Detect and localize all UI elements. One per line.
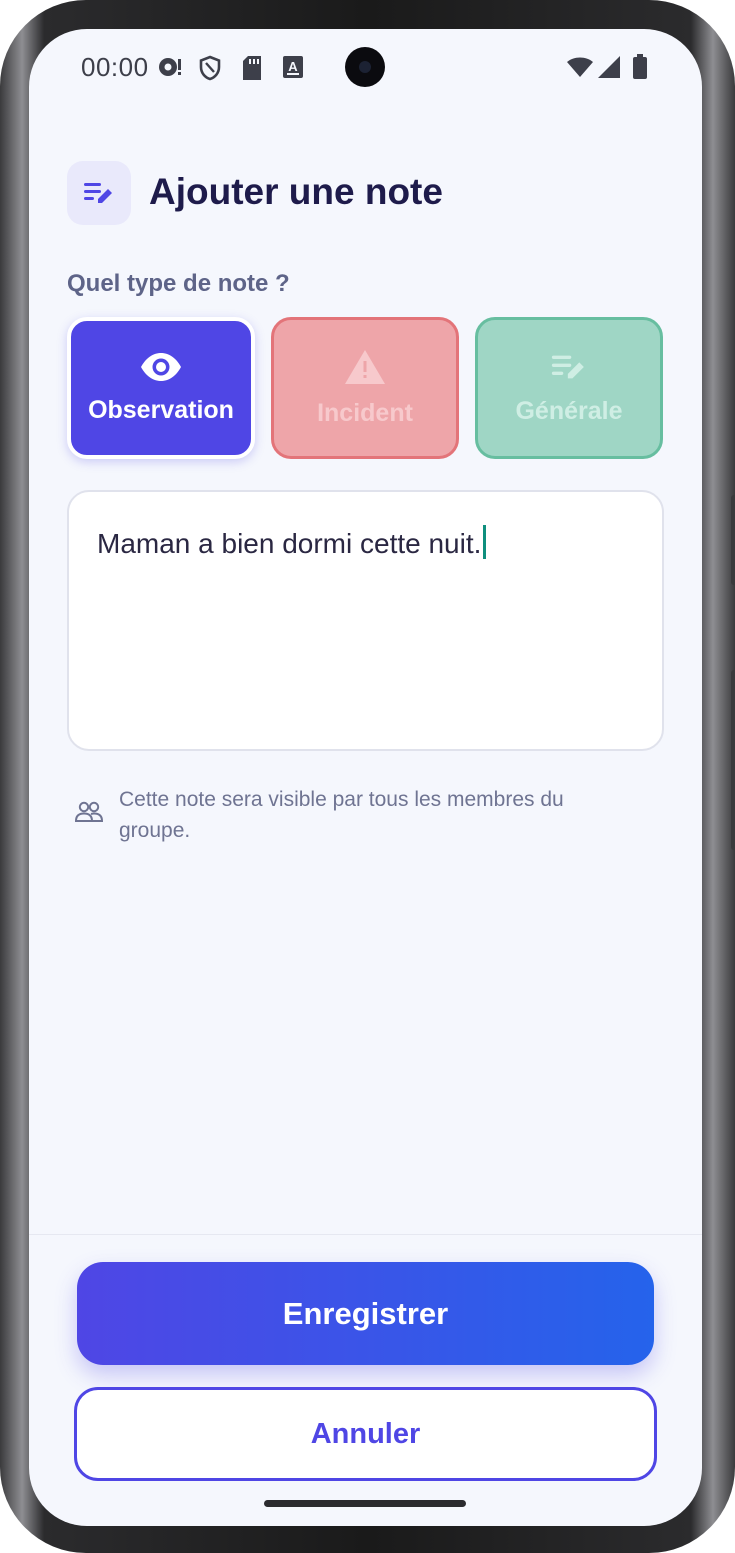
power-button (731, 670, 735, 850)
note-text-input[interactable]: Maman a bien dormi cette nuit. (67, 490, 664, 751)
bottom-divider (29, 1234, 702, 1235)
sync-alert-icon (159, 58, 181, 76)
sd-card-icon (243, 56, 261, 80)
cancel-button[interactable]: Annuler (74, 1387, 657, 1481)
note-type-observation[interactable]: Observation (67, 317, 255, 459)
note-type-label: Générale (515, 396, 623, 425)
visibility-note: Cette note sera visible par tous les mem… (119, 788, 564, 842)
note-type-incident[interactable]: Incident (271, 317, 459, 459)
shield-icon (199, 55, 221, 81)
svg-text:A: A (288, 59, 298, 74)
save-button[interactable]: Enregistrer (77, 1262, 654, 1365)
screen: 00:00 A Ajouter une note Quel type de no… (29, 29, 702, 1526)
group-icon (74, 801, 104, 822)
page-title: Ajouter une note (149, 171, 443, 212)
signal-icon (598, 56, 620, 78)
note-type-generale[interactable]: Générale (475, 317, 663, 459)
note-type-label: Incident (317, 398, 413, 427)
status-time: 00:00 (81, 52, 149, 82)
note-input-value: Maman a bien dormi cette nuit. (97, 528, 482, 559)
note-text-content[interactable]: Maman a bien dormi cette nuit. (97, 525, 487, 560)
header-icon-container (67, 161, 131, 225)
status-bar: 00:00 A (29, 29, 702, 105)
keyboard-a-icon: A (283, 56, 303, 78)
note-type-label: Observation (88, 395, 234, 424)
wifi-icon (567, 57, 593, 77)
home-indicator[interactable] (264, 1500, 466, 1507)
warning-icon (345, 349, 385, 384)
edit-note-icon (84, 183, 112, 203)
front-camera (345, 47, 385, 87)
edit-note-icon (551, 355, 584, 378)
text-cursor (483, 525, 487, 559)
eye-icon (141, 352, 181, 381)
volume-button (731, 495, 735, 585)
battery-icon (633, 54, 647, 79)
phone-frame: 00:00 A Ajouter une note Quel type de no… (0, 0, 735, 1553)
note-type-question: Quel type de note ? (67, 270, 290, 297)
